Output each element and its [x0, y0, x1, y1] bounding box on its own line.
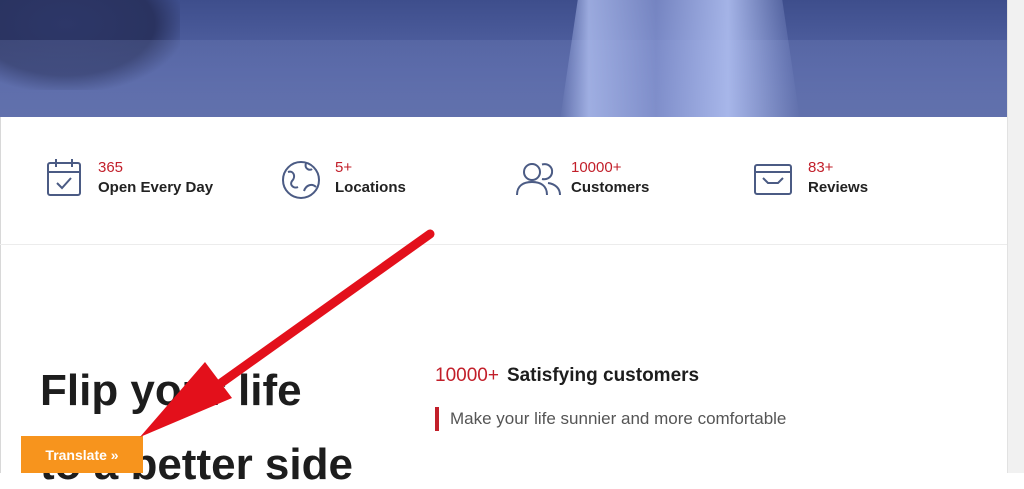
review-card-icon: [754, 164, 792, 195]
stat-number: 10000+: [571, 159, 622, 176]
stat-number: 5+: [335, 159, 353, 176]
hero-figure-shape: [560, 0, 800, 117]
vertical-scrollbar[interactable]: [1007, 0, 1024, 473]
users-icon: [516, 163, 561, 196]
stat-label: Open Every Day: [98, 179, 214, 196]
customers-highlight: 10000+ Satisfying customers: [435, 365, 699, 387]
globe-icon: [282, 161, 320, 199]
headline-line-1: Flip your life: [40, 366, 302, 415]
stats-bar: 365 Open Every Day 5+ Locations 10000+ C…: [0, 117, 1007, 245]
stat-number: 83+: [808, 159, 834, 176]
customers-text: Satisfying customers: [506, 365, 700, 386]
stat-label: Customers: [571, 179, 650, 196]
stat-label: Reviews: [808, 179, 869, 196]
stat-open-every-day: 365 Open Every Day: [46, 157, 236, 203]
stat-reviews: 83+ Reviews: [754, 157, 944, 203]
hero-sand-shape: [0, 40, 1007, 117]
translate-button[interactable]: Translate »: [21, 436, 143, 473]
stat-label: Locations: [335, 179, 406, 196]
stat-customers: 10000+ Customers: [515, 157, 705, 203]
customers-number: 10000+: [435, 365, 499, 386]
stat-locations: 5+ Locations: [282, 157, 472, 203]
calendar-check-icon: [47, 159, 81, 196]
stat-number: 365: [98, 159, 124, 176]
hero-image: [0, 0, 1007, 117]
tagline: Make your life sunnier and more comforta…: [435, 407, 786, 431]
